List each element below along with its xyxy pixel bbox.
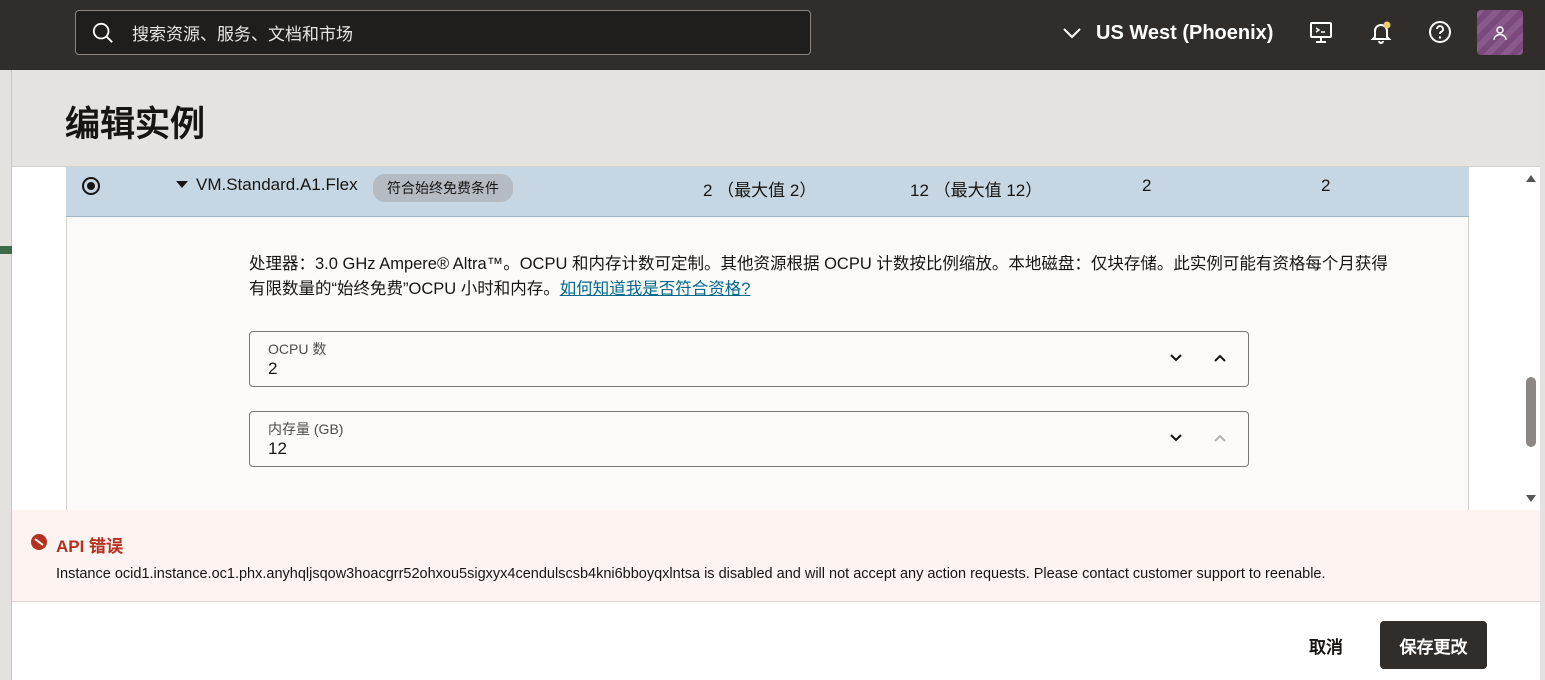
shape-description-text: 处理器：3.0 GHz Ampere® Altra™。OCPU 和内存计数可定制… [249,255,1388,298]
background-page-edge [0,70,12,680]
vertical-scrollbar[interactable] [1522,167,1540,510]
error-icon [31,534,47,550]
avatar[interactable] [1477,10,1523,55]
cloud-shell-icon[interactable] [1307,18,1335,46]
api-error-banner: API 错误 Instance ocid1.instance.oc1.phx.a… [12,510,1540,602]
error-message: Instance ocid1.instance.oc1.phx.anyhqljs… [56,566,1326,582]
ocpu-stepper[interactable]: OCPU 数 2 [249,331,1249,387]
scroll-up-arrow-icon[interactable] [1526,175,1536,182]
panel-scroll-area[interactable]: VM.Standard.A1.Flex 符合始终免费条件 2 （最大值 2） 1… [12,167,1540,510]
ocpu-cell: 2 （最大值 2） [703,181,817,200]
shape-cell-4: 2 [1142,176,1152,195]
shape-name: VM.Standard.A1.Flex [196,175,358,194]
memory-stepper[interactable]: 内存量 (GB) 12 [249,411,1249,467]
user-icon [1493,25,1507,40]
top-bar: 搜索资源、服务、文档和市场 US West (Phoenix) [0,0,1545,70]
shape-radio-selected[interactable] [82,177,100,195]
panel-header: 编辑实例 [12,70,1540,167]
shape-row-selected[interactable]: VM.Standard.A1.Flex 符合始终免费条件 2 （最大值 2） 1… [66,167,1469,217]
page-title: 编辑实例 [65,105,206,144]
search-icon [92,22,113,43]
memory-cell: 12 （最大值 12） [910,181,1043,200]
background-page-edge-right [1540,70,1545,680]
cancel-button[interactable]: 取消 [1292,621,1360,669]
memory-value[interactable]: 12 [268,439,287,459]
error-title: API 错误 [56,537,124,556]
region-selector[interactable]: US West (Phoenix) [1062,18,1273,48]
panel-footer: 取消 保存更改 [12,602,1540,680]
chevron-down-icon[interactable] [1166,348,1186,368]
shape-cell-5: 2 [1321,176,1331,195]
search-input[interactable]: 搜索资源、服务、文档和市场 [132,20,353,45]
search-box[interactable]: 搜索资源、服务、文档和市场 [75,10,811,55]
ocpu-value[interactable]: 2 [268,359,277,379]
eligibility-link[interactable]: 如何知道我是否符合资格? [560,280,751,298]
region-label: US West (Phoenix) [1096,21,1274,44]
bell-icon[interactable] [1367,18,1395,46]
background-indicator [0,246,12,254]
chevron-down-icon[interactable] [1166,428,1186,448]
ocpu-label: OCPU 数 [268,341,327,357]
shape-detail: 处理器：3.0 GHz Ampere® Altra™。OCPU 和内存计数可定制… [66,217,1469,510]
scroll-down-arrow-icon[interactable] [1526,495,1536,502]
shape-description: 处理器：3.0 GHz Ampere® Altra™。OCPU 和内存计数可定制… [249,252,1389,302]
edit-instance-panel: 编辑实例 VM.Standard.A1.Flex 符合始终免费条件 2 （最大值… [12,70,1540,680]
memory-label: 内存量 (GB) [268,421,344,437]
chevron-down-icon [1063,28,1081,39]
chevron-up-icon[interactable] [1210,348,1230,368]
always-free-badge: 符合始终免费条件 [373,174,513,202]
expand-caret-icon[interactable] [176,181,188,188]
help-icon[interactable] [1426,18,1454,46]
scrollbar-thumb[interactable] [1526,377,1536,447]
chevron-up-icon-disabled [1210,428,1230,448]
save-changes-button[interactable]: 保存更改 [1380,621,1487,669]
